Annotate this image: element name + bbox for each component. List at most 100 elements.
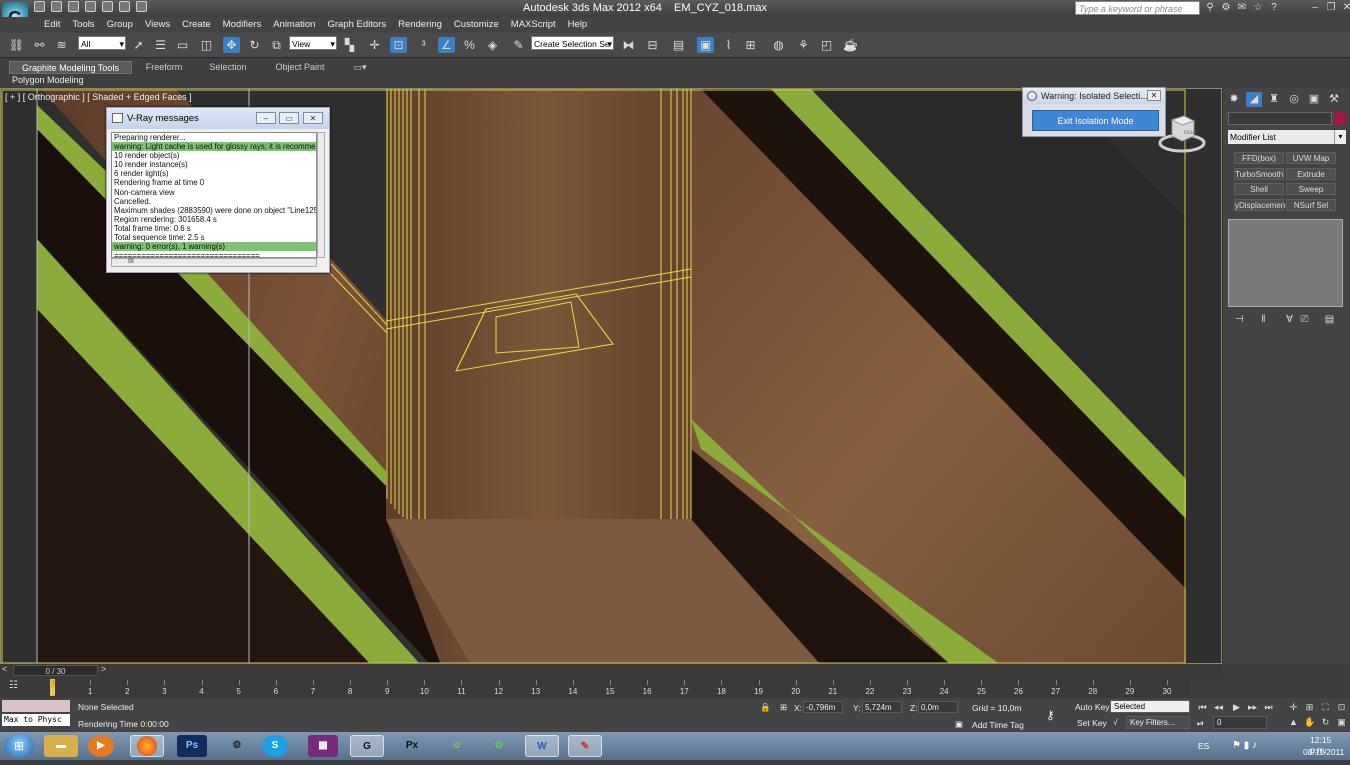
layer-manager-icon[interactable]: ▤ [670,37,687,53]
pivot-center-icon[interactable]: ▚ [341,37,358,53]
field-of-view-icon[interactable]: ▲ [1288,717,1299,728]
time-slider[interactable]: < 0 / 30 > [0,664,1222,678]
object-color-swatch[interactable] [1334,112,1346,125]
binoculars-icon[interactable]: ⚲ [1205,2,1215,13]
set-key-button[interactable]: Set Key [1077,718,1107,728]
make-unique-icon[interactable]: ∀ [1283,313,1296,326]
skype-taskbar-icon[interactable]: S [262,735,288,757]
bind-spacewarp-icon[interactable]: ≋ [53,37,70,53]
percent-snap-icon[interactable]: % [461,37,478,53]
maximize-viewport-icon[interactable]: ▣ [1336,717,1347,728]
menu-views[interactable]: Views [139,17,176,33]
time-tag-icon[interactable]: ▣ [955,719,963,730]
vray-maximize-button[interactable]: ▭ [279,112,299,124]
mod-ydisplacement-button[interactable]: yDisplacement [1234,199,1287,211]
edit-named-selection-icon[interactable]: ✎ [510,37,527,53]
language-indicator[interactable]: ES [1198,741,1209,751]
mod-shell-button[interactable]: Shell [1234,183,1284,195]
explorer-taskbar-icon[interactable]: ▬ [44,735,78,757]
tab-selection[interactable]: Selection [202,61,254,74]
utilities-tab-icon[interactable]: ⚒ [1326,92,1342,107]
modifier-stack[interactable] [1228,219,1343,307]
key-mode-dropdown[interactable]: Selected [1110,700,1190,713]
pixologic-taskbar-icon[interactable]: Px [395,735,429,757]
mod-sweep-button[interactable]: Sweep [1286,183,1336,195]
fetch-icon[interactable] [136,1,147,12]
isolation-close-button[interactable]: ✕ [1147,90,1161,101]
editor-taskbar-icon[interactable]: ✎ [568,735,602,757]
manipulate-icon[interactable]: ✛ [366,37,383,53]
time-next-icon[interactable]: > [101,664,106,674]
set-key-icon[interactable]: ⚷ [1046,708,1055,722]
winrar-taskbar-icon[interactable]: ▦ [308,735,338,757]
clock-date[interactable]: 08/11/2011 [1303,747,1344,757]
isolation-dialog[interactable]: Warning: Isolated Selecti... ✕ Exit Isol… [1022,87,1166,137]
select-and-rotate-icon[interactable]: ↻ [246,37,263,53]
media-player-taskbar-icon[interactable]: ▶ [88,735,114,757]
render-setup-icon[interactable]: ⚘ [795,37,812,53]
play-icon[interactable]: ▶ [1231,702,1242,713]
hold-icon[interactable] [119,1,130,12]
mod-uvw-map-button[interactable]: UVW Map [1286,152,1336,164]
tray-icons[interactable]: ⚑ ▮ ♪ [1232,740,1257,751]
tab-freeform[interactable]: Freeform [138,61,190,74]
zoom-extents-all-icon[interactable]: ⊡ [1336,702,1347,713]
add-time-tag-button[interactable]: Add Time Tag [972,720,1024,730]
angle-snap-icon[interactable]: ∠ [438,37,455,53]
key-filters-button[interactable]: Key Filters... [1126,716,1190,729]
mod-extrude-button[interactable]: Extrude [1286,168,1336,180]
menu-animation[interactable]: Animation [267,17,321,33]
rect-selection-icon[interactable]: ▭ [174,37,191,53]
firefox-taskbar-icon[interactable] [130,735,164,757]
next-frame-icon[interactable]: ▸▸ [1247,702,1258,713]
menu-modifiers[interactable]: Modifiers [217,17,268,33]
vray-title-bar[interactable]: V-Ray messages – ▭ ✕ [107,108,329,129]
modifier-list-dropdown[interactable]: Modifier List [1228,130,1341,144]
vray-messages-window[interactable]: V-Ray messages – ▭ ✕ Preparing renderer.… [106,107,330,273]
vray-log[interactable]: Preparing renderer... warning: Light cach… [111,132,317,258]
display-tab-icon[interactable]: ▣ [1306,92,1322,107]
viewcube[interactable]: RIGHT [1158,112,1206,154]
menu-create[interactable]: Create [176,17,217,33]
folder-app-taskbar-icon[interactable]: ☺ [440,735,474,757]
help-search-input[interactable]: Type a keyword or phrase [1075,1,1200,15]
auto-key-button[interactable]: Auto Key [1075,702,1110,712]
hierarchy-tab-icon[interactable]: ♜ [1266,92,1282,107]
restore-icon[interactable]: ❐ [1326,2,1336,13]
pan-icon[interactable]: ✋ [1304,717,1315,728]
y-coordinate-field[interactable]: 5,724m [862,701,902,713]
menu-tools[interactable]: Tools [66,17,100,33]
menu-edit[interactable]: Edit [38,17,66,33]
menu-help[interactable]: Help [562,17,594,33]
lock-selection-icon[interactable]: 🔒 [760,702,771,713]
menu-graph-editors[interactable]: Graph Editors [321,17,392,33]
select-object-icon[interactable]: ➚ [130,37,147,53]
vray-close-button[interactable]: ✕ [303,112,323,124]
select-by-name-icon[interactable]: ☰ [152,37,169,53]
word-taskbar-icon[interactable]: W [525,735,559,757]
current-frame-field[interactable]: 0 [1213,716,1267,729]
key-mode-toggle-icon[interactable]: ⏯ [1197,718,1204,729]
close-icon[interactable]: ✕ [1342,2,1350,13]
start-button[interactable]: ⊞ [4,734,34,758]
mod-turbosmooth-button[interactable]: TurboSmooth [1234,168,1284,180]
viewport-label[interactable]: [ + ] [ Orthographic ] [ Shaded + Edged … [5,92,192,102]
vray-vertical-scrollbar[interactable] [317,132,325,258]
selection-filter-dropdown[interactable]: All [78,36,126,51]
curve-editor-icon[interactable]: ⌇ [720,37,737,53]
show-end-result-icon[interactable]: ‖ [1257,313,1270,326]
object-name-field[interactable] [1228,112,1332,125]
subscription-icon[interactable]: ⚙ [1221,2,1231,13]
time-prev-icon[interactable]: < [2,664,7,674]
ribbon-options-icon[interactable]: ▭▾ [350,61,370,74]
align-icon[interactable]: ⊟ [644,37,661,53]
exit-isolation-button[interactable]: Exit Isolation Mode [1032,110,1159,131]
save-file-icon[interactable] [68,1,79,12]
x-coordinate-field[interactable]: -0,796m [803,701,843,713]
pin-stack-icon[interactable]: ⊣ [1233,313,1246,326]
mod-nsurf-sel-button[interactable]: NSurf Sel [1286,199,1336,211]
network-app-taskbar-icon[interactable]: ✿ [482,735,516,757]
menu-rendering[interactable]: Rendering [392,17,448,33]
prev-frame-icon[interactable]: ◂◂ [1213,702,1224,713]
scroll-thumb[interactable]: III [128,258,134,265]
